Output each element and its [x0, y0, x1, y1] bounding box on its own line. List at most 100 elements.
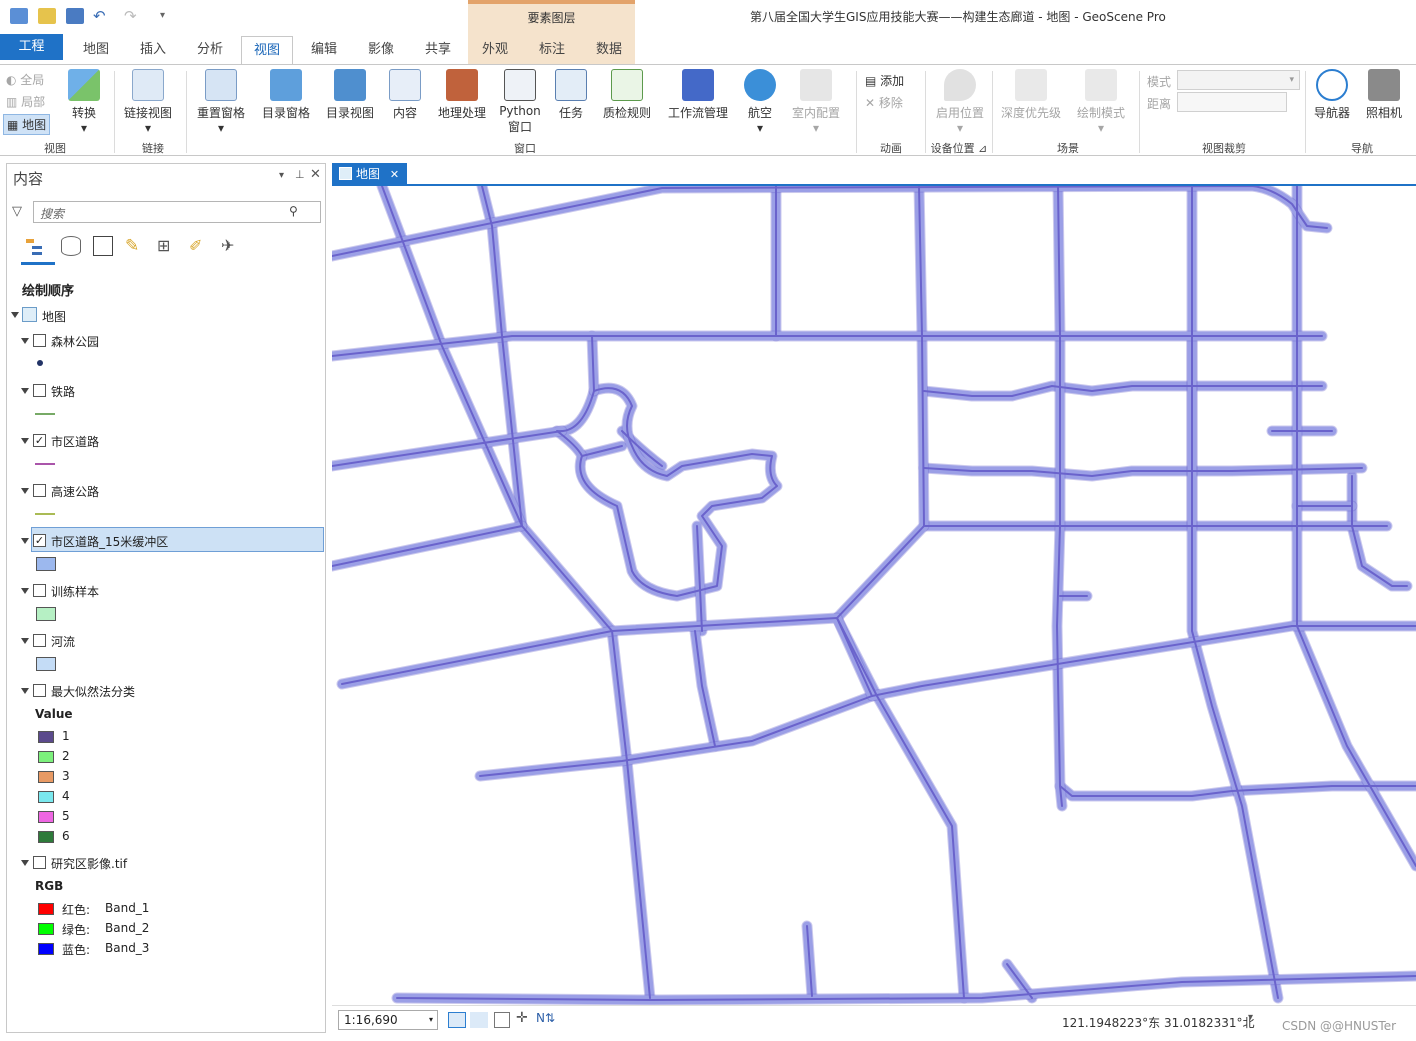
collapse-map-icon[interactable]: [11, 312, 19, 318]
list-by-data-source-icon[interactable]: [61, 236, 81, 256]
open-project-icon[interactable]: [38, 8, 56, 24]
expand-layer-icon[interactable]: [21, 588, 29, 594]
layer-name-mlc[interactable]: 最大似然法分类: [51, 683, 135, 700]
tab-share[interactable]: 共享: [414, 36, 462, 64]
list-by-labeling-icon[interactable]: ✐: [189, 236, 211, 256]
remove-animation-button[interactable]: ✕ 移除: [865, 94, 903, 111]
tab-view[interactable]: 视图: [241, 36, 293, 66]
list-by-snapping-icon[interactable]: ⊞: [157, 236, 179, 256]
expand-layer-icon[interactable]: [21, 860, 29, 866]
clip-distance-input[interactable]: [1177, 92, 1287, 112]
indoor-config-button[interactable]: 室内配置 ▾: [787, 69, 845, 135]
road-buffer: [475, 691, 877, 781]
layer-name-railway[interactable]: 铁路: [51, 383, 75, 400]
layer-name-training-samples[interactable]: 训练样本: [51, 583, 99, 600]
geoprocessing-button[interactable]: 地理处理: [434, 69, 490, 121]
pane-options-icon[interactable]: ▾: [279, 170, 284, 181]
layer-name-study-area-image[interactable]: 研究区影像.tif: [51, 855, 127, 872]
grid-snap-icon[interactable]: [470, 1012, 488, 1028]
contents-button[interactable]: 内容: [385, 69, 425, 121]
expand-layer-icon[interactable]: [21, 438, 29, 444]
tab-edit[interactable]: 编辑: [300, 36, 348, 64]
layer-name-road-buffer[interactable]: 市区道路_15米缓冲区: [51, 533, 168, 550]
layer-checkbox-river[interactable]: [33, 634, 46, 647]
scale-dropdown[interactable]: 1:16,690 ▾: [338, 1010, 438, 1030]
fixed-zoom-icon[interactable]: [448, 1012, 466, 1028]
link-views-button[interactable]: 链接视图 ▾: [120, 69, 176, 135]
map-name[interactable]: 地图: [42, 308, 66, 325]
catalog-view-icon: [334, 69, 366, 101]
fly-button[interactable]: 航空 ▾: [740, 69, 780, 135]
tab-appearance[interactable]: 外观: [471, 36, 519, 64]
qa-rules-button[interactable]: 质检规则: [598, 69, 656, 121]
coordinate-format-dropdown-icon[interactable]: ▾: [1248, 1012, 1253, 1023]
convert-button[interactable]: 转换 ▾: [64, 69, 104, 135]
tab-insert[interactable]: 插入: [129, 36, 177, 64]
global-view-button[interactable]: ◐ 全局: [6, 71, 44, 88]
remove-animation-label: 移除: [878, 96, 903, 110]
map-canvas[interactable]: [332, 186, 1416, 1005]
layer-name-river[interactable]: 河流: [51, 633, 75, 650]
layer-name-highway[interactable]: 高速公路: [51, 483, 99, 500]
pin-icon[interactable]: ⊥: [295, 168, 305, 181]
tab-imagery[interactable]: 影像: [357, 36, 405, 64]
clip-mode-dropdown[interactable]: ▾: [1177, 70, 1300, 90]
catalog-view-button[interactable]: 目录视图: [322, 69, 378, 121]
expand-layer-icon[interactable]: [21, 388, 29, 394]
tab-analysis[interactable]: 分析: [186, 36, 234, 64]
grid-icon[interactable]: [494, 1012, 510, 1028]
list-by-selection-icon[interactable]: [93, 236, 113, 256]
layer-checkbox-mlc[interactable]: [33, 684, 46, 697]
redo-icon[interactable]: ↷: [124, 8, 144, 24]
expand-layer-icon[interactable]: [21, 338, 29, 344]
tasks-button[interactable]: 任务: [551, 69, 591, 121]
layer-checkbox-study-area-image[interactable]: [33, 856, 46, 869]
tab-map[interactable]: 地图: [72, 36, 120, 64]
river-polygon-symbol: [36, 657, 56, 671]
expand-layer-icon[interactable]: [21, 638, 29, 644]
draw-mode-button[interactable]: 绘制模式 ▾: [1072, 69, 1130, 135]
python-window-button[interactable]: Python 窗口: [497, 69, 543, 135]
training-samples-polygon-symbol: [36, 607, 56, 621]
list-by-perspective-imagery-icon[interactable]: ✈: [221, 236, 243, 256]
list-by-drawing-order-icon[interactable]: [24, 236, 48, 258]
workflow-button[interactable]: 工作流管理: [664, 69, 732, 121]
list-by-editing-icon[interactable]: ✎: [125, 236, 145, 256]
map-view-button[interactable]: ▦ 地图: [3, 114, 51, 135]
add-animation-button[interactable]: ▤ 添加: [865, 72, 904, 89]
tab-labeling[interactable]: 标注: [528, 36, 576, 64]
snapping-icon[interactable]: ✛: [516, 1010, 528, 1026]
customize-toolbar-icon[interactable]: ▾: [160, 8, 174, 24]
close-map-tab-icon[interactable]: ✕: [390, 168, 399, 181]
tab-data[interactable]: 数据: [585, 36, 633, 64]
save-icon[interactable]: [66, 8, 84, 24]
camera-button[interactable]: 照相机: [1362, 69, 1406, 121]
undo-icon[interactable]: ↶: [93, 8, 113, 24]
drawing-order-heading: 绘制顺序: [22, 284, 75, 299]
layer-name-urban-roads[interactable]: 市区道路: [51, 433, 99, 450]
layer-checkbox-railway[interactable]: [33, 384, 46, 397]
navigator-button[interactable]: 导航器: [1309, 69, 1355, 121]
reset-panes-button[interactable]: 重置窗格 ▾: [193, 69, 249, 135]
rotation-icon[interactable]: N⇅: [536, 1011, 555, 1025]
layer-name-forest-park[interactable]: 森林公园: [51, 333, 99, 350]
expand-layer-icon[interactable]: [21, 688, 29, 694]
layer-checkbox-training-samples[interactable]: [33, 584, 46, 597]
catalog-pane-button[interactable]: 目录窗格: [258, 69, 314, 121]
expand-layer-icon[interactable]: [21, 538, 29, 544]
layer-checkbox-road-buffer[interactable]: ✓: [33, 534, 46, 547]
filter-icon[interactable]: ▽: [12, 204, 22, 219]
tab-project[interactable]: 工程: [0, 34, 63, 60]
map-view-tab[interactable]: 地图 ✕: [332, 163, 407, 185]
layer-checkbox-highway[interactable]: [33, 484, 46, 497]
layer-checkbox-urban-roads[interactable]: ✓: [33, 434, 46, 447]
layer-checkbox-forest-park[interactable]: [33, 334, 46, 347]
search-input[interactable]: 搜索: [33, 201, 321, 223]
close-pane-icon[interactable]: ✕: [310, 167, 321, 182]
enable-location-button[interactable]: 启用位置 ▾: [932, 69, 988, 135]
depth-priority-button[interactable]: 深度优先级: [998, 69, 1064, 121]
new-project-icon[interactable]: [10, 8, 28, 24]
expand-layer-icon[interactable]: [21, 488, 29, 494]
search-icon[interactable]: ⚲: [289, 204, 298, 218]
local-view-button[interactable]: ▥ 局部: [6, 93, 45, 110]
